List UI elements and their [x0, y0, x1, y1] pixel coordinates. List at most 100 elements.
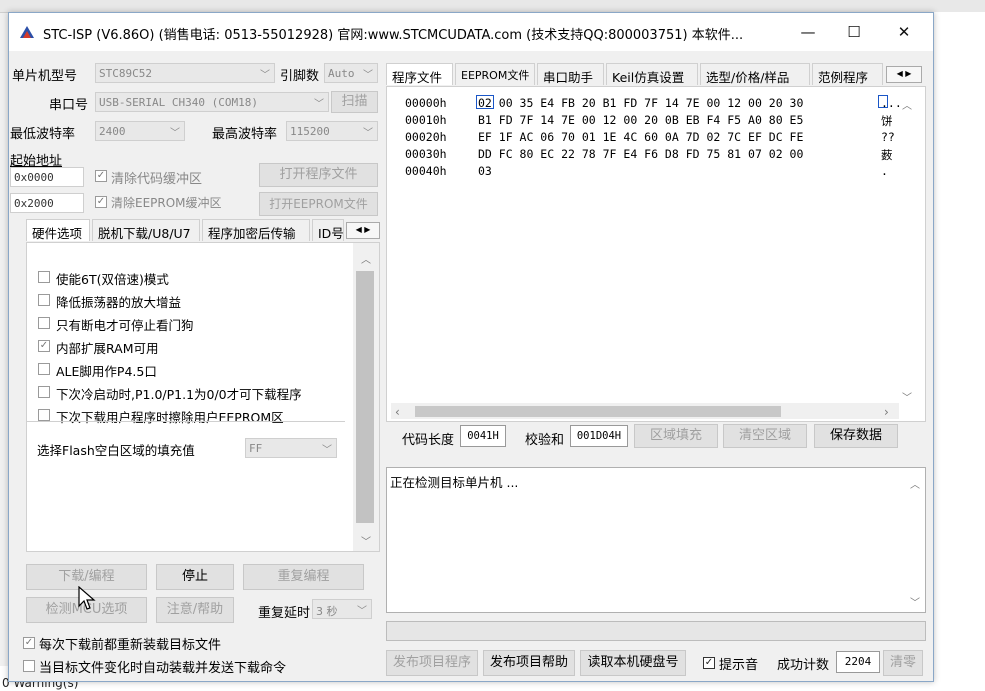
checksum-value: 001D04H — [570, 425, 628, 447]
scroll-down-icon[interactable]: ﹀ — [361, 533, 371, 548]
pin-count-select[interactable]: Auto ﹀ — [324, 63, 378, 83]
publish-help-button[interactable]: 发布项目帮助 — [483, 650, 575, 676]
mcu-model-label: 单片机型号 — [12, 69, 78, 84]
open-program-file-button[interactable]: 打开程序文件 — [259, 163, 378, 187]
scroll-up-icon[interactable]: ︿ — [910, 476, 920, 491]
chevron-left-icon[interactable]: ◀ — [897, 69, 903, 78]
maximize-button[interactable]: ☐ — [831, 19, 877, 45]
clear-region-button[interactable]: 清空区域 — [723, 424, 807, 448]
tab-program-file[interactable]: 程序文件 — [386, 63, 453, 85]
flash-fill-select[interactable]: FF ﹀ — [245, 438, 337, 458]
repeat-delay-label: 重复延时 — [258, 606, 311, 621]
option-checkbox[interactable]: ✓ — [38, 340, 50, 352]
tab-offline-download[interactable]: 脱机下载/U8/U7 — [92, 219, 200, 241]
option-row[interactable]: 下次下载用户程序时擦除用户EEPROM区 — [27, 406, 347, 426]
stc-isp-window: STC-ISP (V6.86O) (销售电话: 0513-55012928) 官… — [8, 12, 934, 682]
scroll-right-icon[interactable]: › — [884, 405, 889, 419]
clear-count-button[interactable]: 清零 — [883, 650, 923, 676]
tab-example-programs[interactable]: 范例程序 — [812, 63, 883, 85]
tab-serial-assistant[interactable]: 串口助手 — [537, 63, 604, 85]
tab-hardware-options[interactable]: 硬件选项 — [26, 219, 90, 241]
publish-program-button[interactable]: 发布项目程序 — [386, 650, 478, 676]
scroll-up-icon[interactable]: ︿ — [361, 251, 371, 266]
minimize-button[interactable]: — — [785, 19, 831, 45]
chevron-down-icon: ﹀ — [363, 70, 373, 81]
chevron-down-icon: ﹀ — [322, 445, 332, 456]
min-baud-select[interactable]: 2400 ﹀ — [95, 121, 185, 141]
option-label: 下次冷启动时,P1.0/P1.1为0/0才可下载程序 — [56, 387, 302, 402]
h-scrollbar-thumb[interactable] — [415, 406, 781, 417]
right-tab-strip: 程序文件 EEPROM文件 串口助手 Keil仿真设置 选型/价格/样品 范例程… — [386, 63, 926, 87]
mcu-model-select[interactable]: STC89C52 ﹀ — [95, 63, 275, 83]
tab-eeprom-file[interactable]: EEPROM文件 — [455, 63, 535, 85]
hex-bytes: EF 1F AC 06 70 01 1E 4C 60 0A 7D 02 7C E… — [478, 130, 804, 144]
port-select[interactable]: USB-SERIAL CH340 (COM18) ﹀ — [95, 92, 329, 112]
scroll-down-icon[interactable]: ﹀ — [902, 389, 912, 404]
left-tab-strip: 硬件选项 脱机下载/U8/U7 程序加密后传输 ID号 ◀ ▶ — [26, 219, 382, 243]
sound-checkbox[interactable]: ✓ — [703, 657, 715, 669]
option-checkbox[interactable] — [38, 363, 50, 375]
chevron-down-icon: ﹀ — [357, 606, 367, 617]
repeat-delay-value: 3 秒 — [316, 605, 338, 618]
option-row[interactable]: 只有断电才可停止看门狗 — [27, 314, 347, 334]
chevron-right-icon[interactable]: ▶ — [905, 69, 911, 78]
min-baud-label: 最低波特率 — [10, 127, 76, 142]
clear-code-checkbox[interactable]: ✓ — [95, 170, 107, 182]
repeat-delay-select[interactable]: 3 秒 ﹀ — [312, 599, 372, 619]
scroll-up-icon[interactable]: ︿ — [902, 97, 912, 112]
hex-horizontal-scrollbar[interactable]: ‹ › — [391, 403, 899, 419]
option-row[interactable]: ALE脚用作P4.5口 — [27, 360, 347, 380]
option-checkbox[interactable] — [38, 409, 50, 421]
tab-id-number[interactable]: ID号 — [312, 219, 344, 241]
help-button[interactable]: 注意/帮助 — [156, 597, 234, 623]
region-fill-button[interactable]: 区域填充 — [634, 424, 718, 448]
save-data-button[interactable]: 保存数据 — [814, 424, 898, 448]
option-checkbox[interactable] — [38, 317, 50, 329]
tab-encrypted-transfer[interactable]: 程序加密后传输 — [202, 219, 310, 241]
option-checkbox[interactable] — [38, 271, 50, 283]
reload-file-checkbox[interactable]: ✓ — [23, 637, 35, 649]
chevron-left-icon[interactable]: ◀ — [356, 225, 362, 234]
close-button[interactable]: ✕ — [881, 19, 927, 45]
chevron-right-icon[interactable]: ▶ — [364, 225, 370, 234]
option-row[interactable]: 降低振荡器的放大增益 — [27, 291, 347, 311]
hex-editor[interactable]: 00000h 02 00 35 E4 FB 20 B1 FD 7F 14 7E 0… — [386, 86, 926, 422]
scan-button[interactable]: 扫描 — [331, 91, 378, 113]
option-label: ALE脚用作P4.5口 — [56, 364, 157, 379]
option-checkbox[interactable] — [38, 294, 50, 306]
option-row[interactable]: ✓ 内部扩展RAM可用 — [27, 337, 347, 357]
progress-bar — [386, 621, 926, 641]
options-scrollbar[interactable]: ︿ ﹀ — [353, 243, 379, 551]
scroll-down-icon[interactable]: ﹀ — [910, 594, 920, 609]
option-row[interactable]: 使能6T(双倍速)模式 — [27, 268, 347, 288]
background-editor-area — [933, 12, 985, 691]
port-label: 串口号 — [49, 98, 89, 113]
tab-keil-settings[interactable]: Keil仿真设置 — [606, 63, 698, 85]
stop-button[interactable]: 停止 — [156, 564, 234, 590]
mouse-cursor-icon — [78, 586, 96, 610]
title-bar[interactable]: STC-ISP (V6.86O) (销售电话: 0513-55012928) 官… — [9, 13, 933, 51]
option-row[interactable]: 下次冷启动时,P1.0/P1.1为0/0才可下载程序 — [27, 383, 347, 403]
address2-input[interactable]: 0x2000 — [10, 193, 84, 213]
address1-value: 0x0000 — [14, 171, 54, 184]
address1-input[interactable]: 0x0000 — [10, 167, 84, 187]
hex-ascii: . — [881, 164, 888, 178]
checksum-label: 校验和 — [525, 433, 565, 448]
scroll-left-icon[interactable]: ‹ — [395, 405, 400, 419]
open-eeprom-file-button[interactable]: 打开EEPROM文件 — [259, 192, 378, 216]
reprogram-button[interactable]: 重复编程 — [243, 564, 364, 590]
read-disk-id-button[interactable]: 读取本机硬盘号 — [580, 650, 686, 676]
tab-selection-price[interactable]: 选型/价格/样品 — [700, 63, 810, 85]
option-label: 使能6T(双倍速)模式 — [56, 272, 169, 287]
right-tab-scroll-arrows[interactable]: ◀ ▶ — [886, 66, 922, 83]
hex-address: 00010h — [405, 113, 447, 127]
hardware-options-panel: 使能6T(双倍速)模式降低振荡器的放大增益 只有断电才可停止看门狗 ✓ 内部扩展RAM… — [26, 242, 380, 552]
max-baud-select[interactable]: 115200 ﹀ — [286, 121, 378, 141]
clear-eeprom-checkbox[interactable]: ✓ — [95, 196, 107, 208]
port-value: USB-SERIAL CH340 (COM18) — [99, 96, 258, 109]
tab-scroll-arrows[interactable]: ◀ ▶ — [346, 222, 380, 239]
sound-label: 提示音 — [719, 658, 759, 673]
option-checkbox[interactable] — [38, 386, 50, 398]
auto-send-checkbox[interactable] — [23, 660, 35, 672]
scrollbar-thumb[interactable] — [356, 271, 374, 523]
